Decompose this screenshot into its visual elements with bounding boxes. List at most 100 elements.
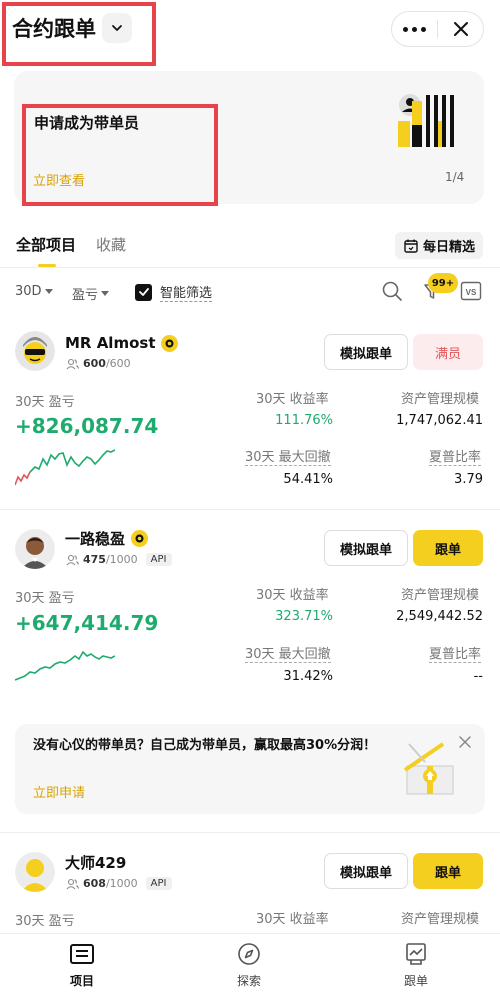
search-icon <box>382 281 402 301</box>
nav-label: 探索 <box>236 974 261 988</box>
roi-label: 30天 收益率 <box>256 392 329 407</box>
nav-label: 跟单 <box>403 974 428 988</box>
nav-item-copy-trading[interactable]: 跟单 <box>376 942 456 989</box>
nav-item-explore[interactable]: 探索 <box>209 942 289 989</box>
compare-vs-icon: VS <box>460 281 482 301</box>
pnl-label: 30天 盈亏 <box>15 591 75 606</box>
api-tag: API <box>145 877 172 890</box>
compass-icon <box>238 943 260 965</box>
pnl-label: 30天 盈亏 <box>15 395 75 410</box>
aum-value: 2,549,442.52 <box>396 609 483 624</box>
avatar <box>15 331 55 371</box>
promo-close-button[interactable] <box>458 734 472 753</box>
search-button[interactable] <box>379 278 405 304</box>
tab-favorites[interactable]: 收藏 <box>96 234 126 255</box>
simulate-follow-button[interactable]: 模拟跟单 <box>324 530 408 566</box>
sharpe-value: -- <box>473 669 483 684</box>
pnl-value: +647,414.79 <box>15 611 159 635</box>
max-drawdown-label: 30天 最大回撤 <box>245 446 331 466</box>
roi-value: 323.71% <box>275 609 333 624</box>
simulate-follow-button[interactable]: 模拟跟单 <box>324 334 408 370</box>
checkbox-checked-icon <box>135 283 152 301</box>
compare-label: VS <box>466 288 477 297</box>
trader-name-text: MR Almost <box>65 334 156 352</box>
trader-card[interactable]: 大师429 608/1000 API 模拟跟单 跟单 30天 盈亏 30天 收益… <box>0 844 500 934</box>
close-icon <box>459 736 471 748</box>
members-current: 600 <box>83 357 106 370</box>
tab-all-projects[interactable]: 全部项目 <box>16 234 76 255</box>
max-drawdown-value: 31.42% <box>283 669 333 684</box>
compare-button[interactable]: VS <box>458 278 484 304</box>
aum-label: 资产管理规模 <box>401 588 480 603</box>
bottom-navigation: 项目 探索 跟单 <box>0 933 500 1000</box>
aum-value: 1,747,062.41 <box>396 413 483 428</box>
max-drawdown-label: 30天 最大回撤 <box>245 643 331 663</box>
apply-leader-banner[interactable]: 申请成为带单员 立即查看 1/4 <box>14 71 484 206</box>
promo-apply-link[interactable]: 立即申请 <box>33 782 85 801</box>
banner-pager: 1/4 <box>445 170 465 184</box>
nav-label: 项目 <box>69 974 94 988</box>
aum-label: 资产管理规模 <box>401 912 480 927</box>
promo-text: 没有心仪的带单员？自己成为带单员，赢取最高30%分润！ <box>33 738 377 753</box>
card-divider <box>0 832 500 833</box>
trader-card[interactable]: 一路稳盈 475/1000 API 模拟跟单 跟单 30天 盈亏 +647,41… <box>0 520 500 704</box>
chevron-down-icon <box>112 25 122 31</box>
avatar <box>15 852 55 892</box>
member-count: 600/600 <box>66 357 131 370</box>
daily-pick-label: 每日精选 <box>422 240 475 255</box>
calendar-icon <box>404 239 418 253</box>
aum-label: 资产管理规模 <box>401 392 480 407</box>
daily-pick-button[interactable]: 每日精选 <box>395 232 483 259</box>
roi-value: 111.76% <box>275 413 333 428</box>
more-button[interactable] <box>392 26 437 32</box>
chart-doc-icon <box>406 943 426 965</box>
active-tab-indicator <box>38 264 56 267</box>
follow-button[interactable]: 跟单 <box>413 530 483 566</box>
banner-view-link[interactable]: 立即查看 <box>33 170 85 189</box>
category-tabs: 全部项目 收藏 每日精选 <box>0 226 500 268</box>
more-icon-dot <box>421 26 426 32</box>
full-status-button[interactable]: 满员 <box>413 334 483 370</box>
members-total: /1000 <box>105 877 138 890</box>
members-total: /600 <box>105 357 131 370</box>
roi-label: 30天 收益率 <box>256 912 329 927</box>
smart-filter-toggle[interactable]: 智能筛选 <box>135 282 213 302</box>
filter-count-badge: 99+ <box>428 273 458 293</box>
banner-title: 申请成为带单员 <box>34 114 140 132</box>
users-icon <box>66 878 79 889</box>
smart-filter-label: 智能筛选 <box>160 282 213 302</box>
sharpe-label: 夏普比率 <box>429 643 482 663</box>
close-button[interactable] <box>438 20 483 38</box>
period-value: 30D <box>15 284 42 299</box>
become-leader-promo[interactable]: 没有心仪的带单员？自己成为带单员，赢取最高30%分润！ 立即申请 <box>15 724 485 814</box>
trader-name-text: 一路稳盈 <box>65 530 126 548</box>
trader-name[interactable]: MR Almost <box>65 334 179 352</box>
title-dropdown-button[interactable] <box>102 13 132 43</box>
member-count: 608/1000 API <box>66 877 172 890</box>
card-divider <box>0 509 500 510</box>
more-icon-dot <box>412 26 417 32</box>
period-select[interactable]: 30D <box>15 284 53 299</box>
nav-item-projects[interactable]: 项目 <box>42 942 122 989</box>
page-title[interactable]: 合约跟单 <box>12 13 96 43</box>
caret-down-icon <box>101 291 110 296</box>
pnl-value: +826,087.74 <box>15 414 159 438</box>
trader-name[interactable]: 大师429 <box>65 852 126 873</box>
sort-select[interactable]: 盈亏 <box>72 284 110 303</box>
trader-card[interactable]: MR Almost 600/600 模拟跟单 满员 30天 盈亏 +826,08… <box>0 325 500 509</box>
users-icon <box>66 554 79 565</box>
sharpe-label: 夏普比率 <box>429 446 482 466</box>
members-total: /1000 <box>105 553 138 566</box>
pnl-sparkline <box>15 449 115 486</box>
header: 合约跟单 <box>0 0 500 66</box>
medal-icon <box>131 530 149 547</box>
avatar <box>15 529 55 569</box>
users-icon <box>66 358 79 369</box>
sharpe-value: 3.79 <box>454 472 483 487</box>
simulate-follow-button[interactable]: 模拟跟单 <box>324 853 408 889</box>
member-count: 475/1000 API <box>66 553 172 566</box>
trader-name[interactable]: 一路稳盈 <box>65 528 149 549</box>
api-tag: API <box>145 553 172 566</box>
follow-button[interactable]: 跟单 <box>413 853 483 889</box>
members-current: 475 <box>83 553 106 566</box>
